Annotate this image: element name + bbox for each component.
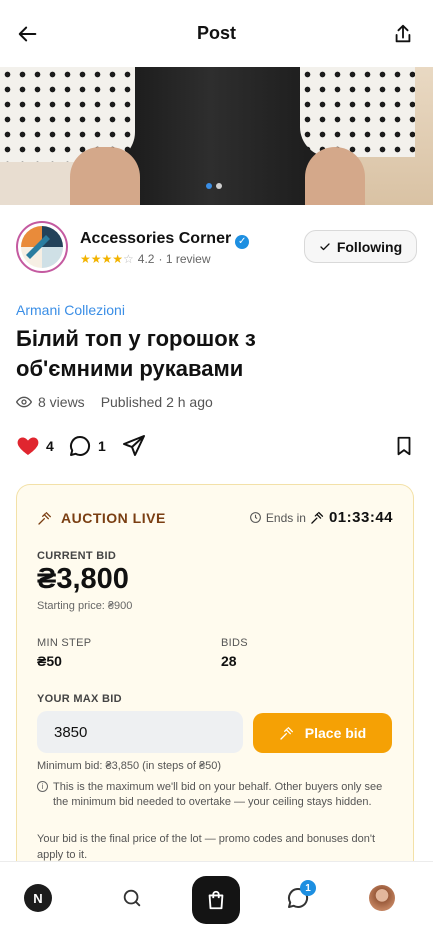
search-icon (123, 889, 141, 907)
current-bid-value: ₴3,800 (37, 563, 129, 595)
min-step-label: MIN STEP (37, 637, 92, 649)
like-count: 4 (46, 438, 54, 454)
tab-profile[interactable]: N (16, 876, 60, 920)
comment-icon (70, 435, 91, 456)
auction-status: AUCTION LIVE (37, 510, 166, 526)
seller-name[interactable]: Accessories Corner ✓ (80, 230, 250, 249)
share-button[interactable] (389, 20, 417, 48)
arrow-left-icon (18, 26, 37, 42)
gavel-small-icon (311, 511, 324, 524)
views-count: 8 views (38, 394, 85, 410)
seller-row: Accessories Corner ✓ ★★★★☆ 4.2 · 1 review… (16, 221, 417, 275)
back-button[interactable] (14, 20, 42, 48)
send-button[interactable] (122, 434, 146, 458)
photo-hand-right (305, 147, 365, 205)
min-bid-note: Minimum bid: ₴3,850 (in steps of ₴50) (37, 760, 222, 772)
messages-badge: 1 (300, 880, 316, 896)
bookmark-button[interactable] (393, 434, 415, 458)
profile-avatar: N (24, 884, 52, 912)
countdown: Ends in 01:33:44 (249, 509, 393, 526)
heart-icon (17, 437, 39, 455)
gavel-button-icon (280, 727, 293, 740)
info-note-text: This is the maximum we'll bid on your be… (53, 781, 383, 808)
starting-price: Starting price: ₴900 (37, 600, 133, 612)
post-meta: 8 views Published 2 h ago (16, 394, 213, 410)
seller-rating: ★★★★☆ 4.2 · 1 review (80, 252, 211, 266)
tab-search[interactable] (110, 876, 154, 920)
info-note: i This is the maximum we'll bid on your … (37, 780, 397, 810)
top-bar: Post (0, 0, 433, 67)
shopping-bag-icon (208, 890, 224, 910)
photo-sleeve-right (300, 67, 415, 157)
comment-button[interactable]: 1 (68, 434, 106, 458)
verified-icon: ✓ (235, 235, 250, 249)
share-icon (395, 24, 411, 43)
info-icon: i (37, 781, 48, 792)
comment-count: 1 (98, 438, 106, 454)
bids-count: 28 (221, 653, 237, 669)
review-count: · 1 review (158, 252, 211, 266)
seller-avatar[interactable] (16, 221, 68, 273)
send-icon (123, 435, 145, 456)
tab-cart[interactable] (190, 874, 242, 926)
current-bid-label: CURRENT BID (37, 550, 117, 562)
auction-status-label: AUCTION LIVE (61, 510, 166, 526)
page-title: Post (196, 23, 236, 43)
post-actions: 4 1 (16, 434, 417, 462)
check-icon (320, 242, 330, 250)
time-left: 01:33:44 (328, 509, 393, 526)
rating-value: 4.2 (137, 252, 155, 266)
cart-button (192, 876, 240, 924)
like-button[interactable]: 4 (16, 434, 54, 458)
gavel-icon (38, 511, 51, 525)
min-step-value: ₴50 (37, 653, 62, 669)
bottom-nav: N 1 (0, 861, 433, 938)
rating-stars-icon: ★★★★☆ (80, 252, 134, 266)
place-bid-label: Place bid (304, 725, 367, 741)
max-bid-label: YOUR MAX BID (37, 693, 122, 705)
place-bid-button[interactable]: Place bid (253, 713, 392, 753)
auction-card: AUCTION LIVE Ends in 01:33:44 CURRENT BI… (16, 484, 414, 884)
brand-link[interactable]: Armani Collezioni (16, 302, 125, 318)
following-label: Following (336, 238, 403, 255)
post-title: Білий топ у горошок з об'ємними рукавами (16, 326, 256, 381)
seller-logo-icon (21, 226, 63, 268)
carousel-dot-active[interactable] (206, 183, 212, 189)
bookmark-icon (397, 436, 411, 456)
clock-icon (250, 512, 261, 523)
tab-account[interactable] (360, 876, 404, 920)
bids-label: BIDS (221, 637, 248, 649)
photo-hand-left (70, 147, 140, 205)
user-avatar (369, 885, 395, 911)
eye-icon (16, 396, 32, 408)
ends-label: Ends in (265, 510, 306, 525)
tab-messages[interactable]: 1 (276, 876, 320, 920)
following-button[interactable]: Following (304, 230, 417, 263)
published-time: Published 2 h ago (100, 394, 213, 410)
max-bid-input[interactable] (37, 711, 243, 753)
final-price-note: Your bid is the final price of the lot —… (37, 833, 376, 861)
carousel-dot[interactable] (216, 183, 222, 189)
